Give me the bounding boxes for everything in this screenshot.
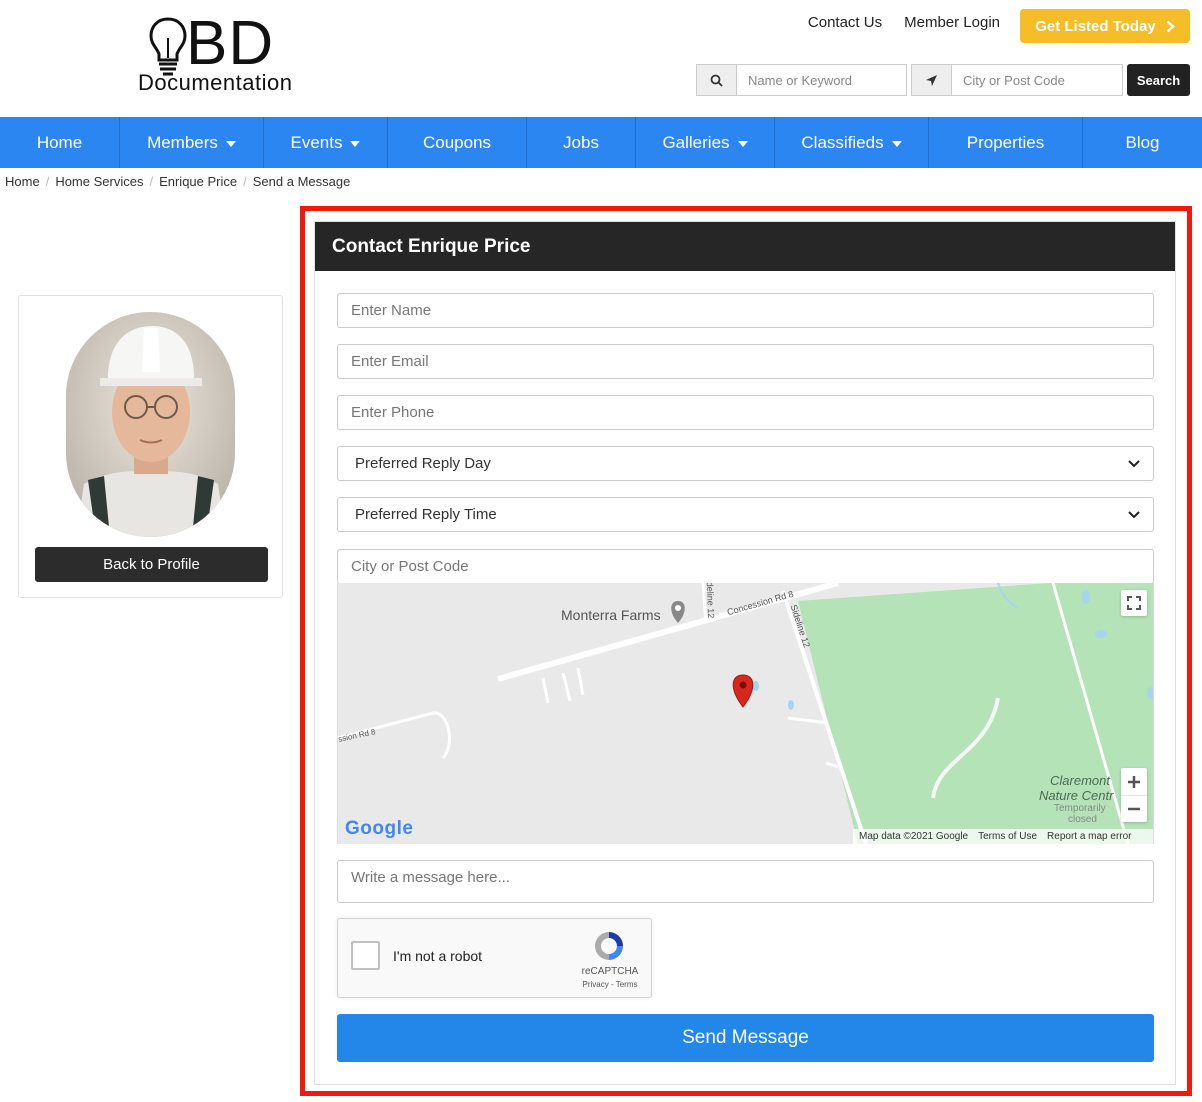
member-login-link[interactable]: Member Login bbox=[904, 14, 1000, 31]
map-road-label: Sideline 12 bbox=[704, 583, 717, 619]
map-place-label: Monterra Farms bbox=[561, 607, 661, 623]
name-field[interactable]: Enter Name bbox=[337, 293, 1154, 328]
fullscreen-icon bbox=[1127, 596, 1141, 610]
search-button[interactable]: Search bbox=[1127, 64, 1190, 96]
search-icon bbox=[697, 65, 737, 95]
logo-word: Documentation bbox=[138, 70, 293, 95]
caret-down-icon bbox=[737, 140, 748, 147]
zoom-controls bbox=[1121, 768, 1147, 822]
caret-down-icon bbox=[225, 140, 236, 147]
contact-panel-title: Contact Enrique Price bbox=[315, 222, 1175, 271]
breadcrumb-current: Send a Message bbox=[252, 174, 351, 189]
location-field[interactable]: City or Post Code bbox=[337, 549, 1154, 584]
keyword-search-input[interactable] bbox=[737, 65, 905, 95]
phone-field[interactable]: Enter Phone bbox=[337, 395, 1154, 430]
profile-card: Back to Profile bbox=[18, 295, 283, 598]
nav-members[interactable]: Members bbox=[120, 117, 264, 168]
get-listed-label: Get Listed Today bbox=[1035, 17, 1156, 35]
captcha-label: I'm not a robot bbox=[393, 948, 483, 964]
nav-home[interactable]: Home bbox=[0, 117, 120, 168]
breadcrumb-separator: / bbox=[243, 174, 247, 189]
nav-classifieds[interactable]: Classifieds bbox=[775, 117, 929, 168]
map-park-label: Claremont bbox=[1050, 773, 1110, 788]
location-arrow-icon bbox=[912, 65, 952, 95]
recaptcha-icon bbox=[595, 932, 623, 960]
nav-blog[interactable]: Blog bbox=[1083, 117, 1202, 168]
search-bar bbox=[696, 64, 1123, 96]
reply-day-select[interactable]: Preferred Reply Day bbox=[337, 446, 1154, 481]
nav-label: Classifieds bbox=[801, 132, 884, 152]
reply-time-select[interactable]: Preferred Reply Time bbox=[337, 497, 1154, 532]
breadcrumb-separator: / bbox=[45, 174, 50, 189]
nav-label: Events bbox=[290, 132, 343, 152]
fullscreen-button[interactable] bbox=[1121, 590, 1147, 616]
nav-label: Properties bbox=[966, 132, 1045, 152]
zoom-out-button[interactable] bbox=[1121, 795, 1147, 822]
map-park-status: Temporarily bbox=[1054, 803, 1106, 814]
nav-label: Home bbox=[36, 132, 83, 152]
email-field[interactable]: Enter Email bbox=[337, 344, 1154, 379]
contact-us-link[interactable]: Contact Us bbox=[808, 14, 882, 31]
chevron-right-icon bbox=[1166, 20, 1175, 32]
map-attribution-bar: Map data ©2021 Google Terms of Use Repor… bbox=[853, 829, 1153, 844]
map-report-link[interactable]: Report a map error bbox=[1047, 831, 1131, 842]
map-park-status: closed bbox=[1068, 814, 1097, 825]
keyword-search-box bbox=[696, 64, 907, 96]
recaptcha-links[interactable]: Privacy - Terms bbox=[578, 980, 642, 989]
map-attribution: Map data ©2021 Google bbox=[859, 831, 969, 842]
nav-galleries[interactable]: Galleries bbox=[636, 117, 775, 168]
logo-letters: BD bbox=[186, 9, 275, 78]
nav-label: Coupons bbox=[422, 132, 492, 152]
site-header: BD Documentation Contact Us Member Login… bbox=[0, 0, 1202, 117]
site-logo[interactable]: BD Documentation bbox=[138, 9, 318, 96]
reply-time-value: Preferred Reply Time bbox=[355, 506, 497, 523]
captcha-checkbox[interactable] bbox=[351, 941, 380, 970]
breadcrumb-separator: / bbox=[149, 174, 154, 189]
send-message-button[interactable]: Send Message bbox=[337, 1014, 1154, 1062]
main-nav: Home Members Events Coupons Jobs Galleri… bbox=[0, 117, 1202, 168]
map-canvas bbox=[338, 583, 1153, 844]
get-listed-button[interactable]: Get Listed Today bbox=[1020, 9, 1190, 43]
recaptcha-widget: I'm not a robot reCAPTCHA Privacy - Term… bbox=[337, 918, 652, 998]
nav-coupons[interactable]: Coupons bbox=[388, 117, 527, 168]
nav-events[interactable]: Events bbox=[264, 117, 388, 168]
map-park-label: Nature Centr bbox=[1039, 788, 1114, 803]
nav-jobs[interactable]: Jobs bbox=[527, 117, 636, 168]
location-search-box bbox=[911, 64, 1123, 96]
minus-icon bbox=[1128, 807, 1140, 811]
nav-properties[interactable]: Properties bbox=[929, 117, 1083, 168]
reply-day-value: Preferred Reply Day bbox=[355, 455, 491, 472]
nav-label: Members bbox=[147, 132, 218, 152]
breadcrumb-home[interactable]: Home bbox=[5, 174, 40, 189]
location-map[interactable]: Monterra Farms Concession Rd 8 Sideline … bbox=[337, 583, 1154, 844]
breadcrumb-profile[interactable]: Enrique Price bbox=[159, 174, 237, 189]
google-logo[interactable]: Google bbox=[345, 818, 413, 840]
breadcrumb: Home / Home Services / Enrique Price / S… bbox=[5, 174, 350, 189]
location-search-input[interactable] bbox=[952, 65, 1121, 95]
message-textarea[interactable]: Write a message here... bbox=[337, 860, 1154, 903]
caret-down-icon bbox=[891, 140, 902, 147]
recaptcha-brand: reCAPTCHA bbox=[581, 966, 639, 977]
nav-label: Blog bbox=[1125, 132, 1160, 152]
nav-label: Galleries bbox=[662, 132, 730, 152]
top-links: Contact Us Member Login bbox=[808, 14, 1000, 31]
contact-panel: Contact Enrique Price Enter Name Enter E… bbox=[314, 221, 1176, 1085]
avatar[interactable] bbox=[66, 312, 235, 537]
chevron-down-icon bbox=[1128, 510, 1140, 518]
nav-label: Jobs bbox=[563, 132, 599, 152]
map-terms-link[interactable]: Terms of Use bbox=[978, 831, 1037, 842]
back-to-profile-button[interactable]: Back to Profile bbox=[35, 547, 268, 582]
breadcrumb-home-services[interactable]: Home Services bbox=[55, 174, 143, 189]
lightbulb-icon bbox=[149, 17, 187, 76]
chevron-down-icon bbox=[1128, 459, 1140, 467]
zoom-in-button[interactable] bbox=[1121, 768, 1147, 795]
caret-down-icon bbox=[350, 140, 361, 147]
plus-icon bbox=[1128, 775, 1140, 788]
